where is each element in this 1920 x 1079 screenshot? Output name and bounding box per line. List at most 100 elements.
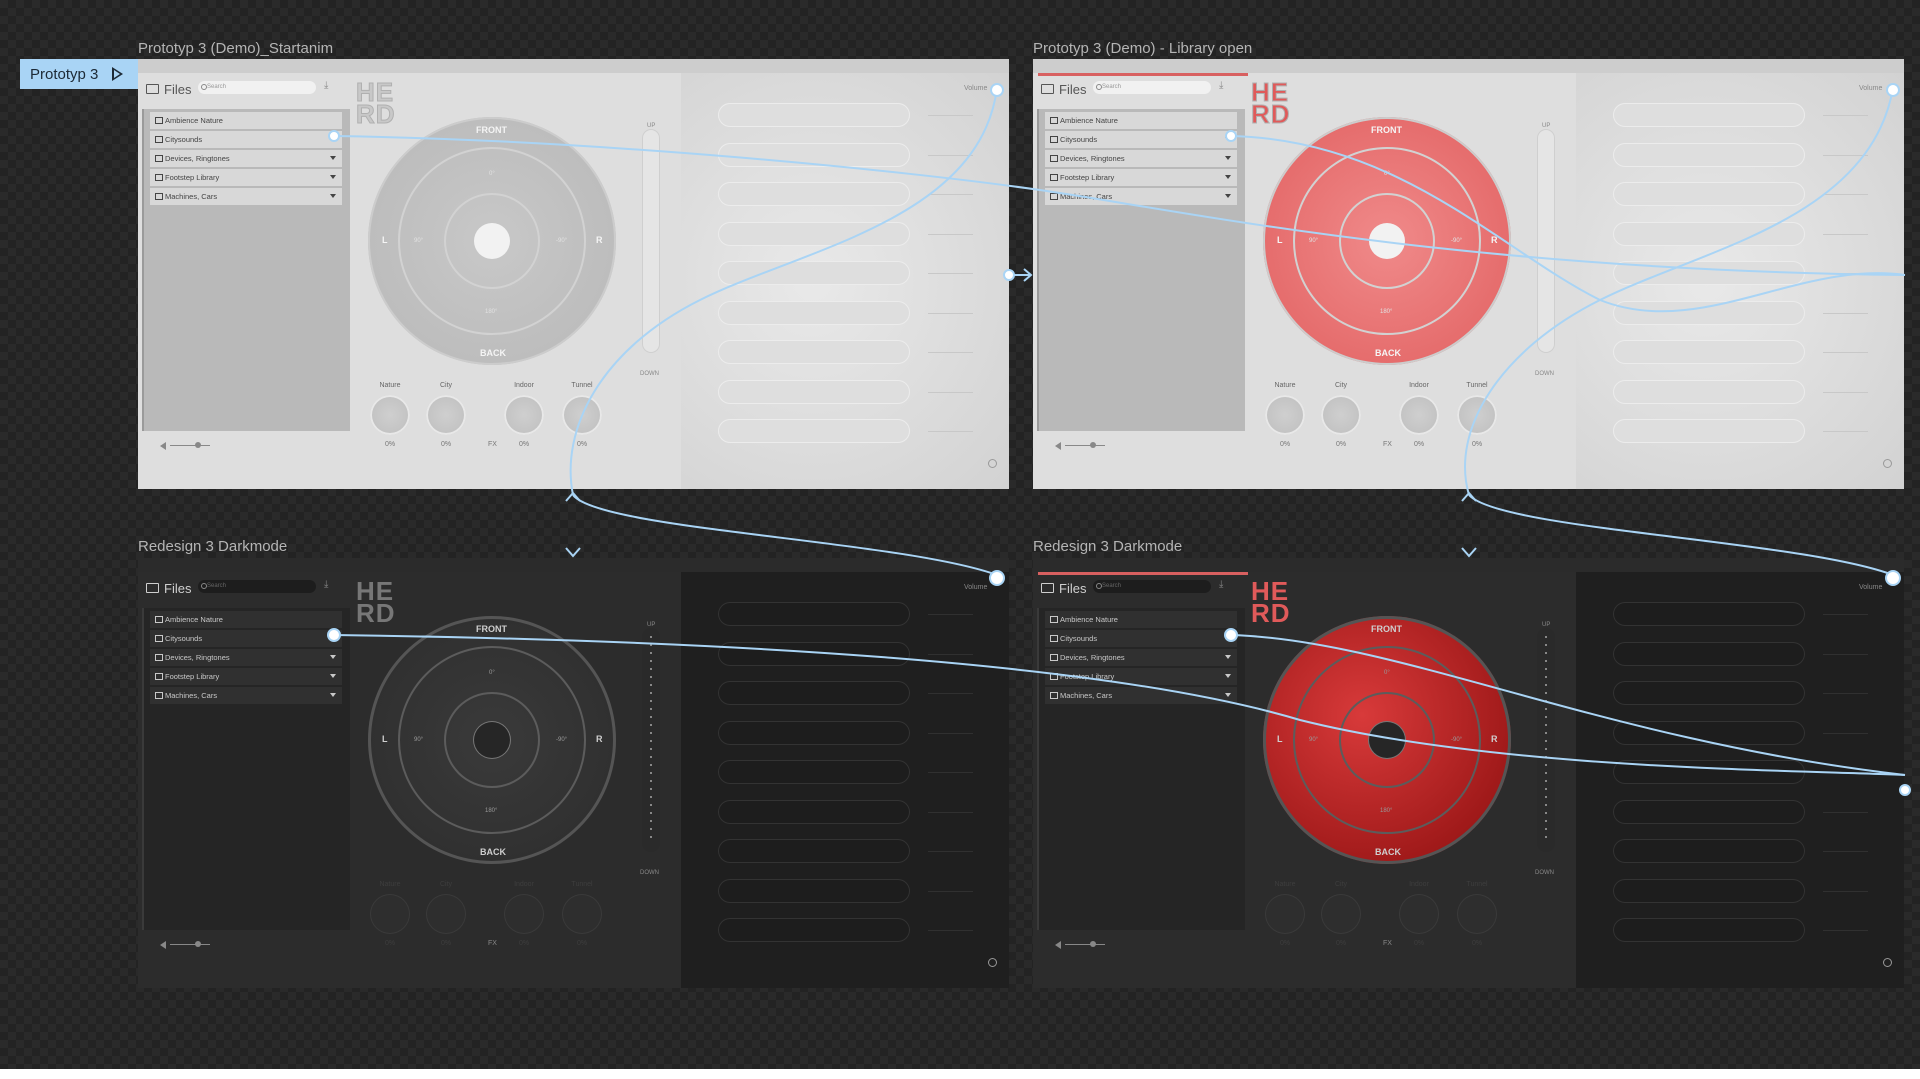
sample-slot[interactable] — [718, 103, 910, 127]
sample-slot[interactable] — [1613, 379, 1805, 404]
frame-redesign-darkmode[interactable]: Files Search ⤓ Ambience Nature Citysounds Dev… — [138, 558, 1009, 988]
fx-knob[interactable] — [1399, 395, 1439, 435]
fx-knob[interactable] — [426, 395, 466, 435]
height-fader[interactable] — [642, 628, 660, 852]
sample-slot[interactable] — [1613, 182, 1805, 206]
sample-slot[interactable] — [718, 261, 910, 285]
library-item[interactable]: Footstep Library — [150, 169, 342, 186]
search-input[interactable]: Search — [198, 580, 316, 593]
library-item[interactable]: Devices, Ringtones — [150, 649, 342, 666]
master-volume-slider[interactable] — [1055, 442, 1115, 450]
panner-handle[interactable] — [1369, 722, 1405, 758]
fx-knob[interactable] — [562, 894, 602, 934]
help-icon[interactable] — [1883, 958, 1892, 967]
sample-slot[interactable] — [718, 760, 910, 784]
sample-slot[interactable] — [1613, 839, 1805, 863]
library-item[interactable]: Ambience Nature — [1045, 611, 1237, 628]
sample-slot[interactable] — [1613, 602, 1805, 626]
spatial-panner[interactable]: FRONT BACK L R 0° 90° -90° 180° — [1263, 616, 1511, 864]
library-item[interactable]: Ambience Nature — [1045, 112, 1237, 129]
sample-slot[interactable] — [1613, 760, 1805, 784]
spatial-panner[interactable]: FRONT BACK L R 0° 90° -90° 180° — [1263, 117, 1511, 365]
fx-knob[interactable] — [1321, 395, 1361, 435]
search-input[interactable]: Search — [198, 81, 316, 94]
library-item[interactable]: Citysounds — [1045, 131, 1237, 148]
sample-slot[interactable] — [1613, 878, 1805, 903]
library-item[interactable]: Ambience Nature — [150, 112, 342, 129]
sample-slot[interactable] — [1613, 142, 1805, 167]
prototype-start-chip[interactable]: Prototyp 3 — [20, 59, 138, 89]
fx-knob[interactable] — [1457, 395, 1497, 435]
library-item[interactable]: Machines, Cars — [150, 687, 342, 704]
library-item[interactable]: Footstep Library — [150, 668, 342, 685]
sample-slot[interactable] — [718, 641, 910, 666]
fx-knob[interactable] — [1399, 894, 1439, 934]
library-item[interactable]: Citysounds — [1045, 630, 1237, 647]
fx-knob[interactable] — [370, 395, 410, 435]
sample-slot[interactable] — [718, 918, 910, 942]
chevron-down-icon[interactable] — [330, 137, 336, 141]
fx-knob[interactable] — [1265, 395, 1305, 435]
fx-knob[interactable] — [1321, 894, 1361, 934]
library-item[interactable]: Machines, Cars — [1045, 687, 1237, 704]
sample-slot[interactable] — [718, 720, 910, 745]
spatial-panner[interactable]: FRONT BACK L R 0° 90° -90° 180° — [368, 117, 616, 365]
library-item[interactable]: Devices, Ringtones — [1045, 649, 1237, 666]
chevron-down-icon[interactable] — [330, 693, 336, 697]
sample-slot[interactable] — [718, 681, 910, 705]
sample-slot[interactable] — [718, 799, 910, 824]
library-item[interactable]: Citysounds — [150, 630, 342, 647]
help-icon[interactable] — [988, 958, 997, 967]
sample-slot[interactable] — [1613, 300, 1805, 325]
sample-slot[interactable] — [718, 602, 910, 626]
frame-title[interactable]: Prototyp 3 (Demo)_Startanim — [138, 40, 333, 57]
sample-slot[interactable] — [718, 379, 910, 404]
fx-knob[interactable] — [1457, 894, 1497, 934]
sample-slot[interactable] — [1613, 681, 1805, 705]
fx-knob[interactable] — [562, 395, 602, 435]
library-item[interactable]: Machines, Cars — [1045, 188, 1237, 205]
volume-handle[interactable] — [195, 941, 201, 947]
sample-slot[interactable] — [718, 419, 910, 443]
frame-prototyp-library-open[interactable]: Files Search ⤓ Ambience Nature Citysounds Dev… — [1033, 59, 1904, 489]
sample-slot[interactable] — [1613, 340, 1805, 364]
chevron-down-icon[interactable] — [1225, 137, 1231, 141]
sample-slot[interactable] — [718, 340, 910, 364]
fx-knob[interactable] — [426, 894, 466, 934]
frame-prototyp-startanim[interactable]: Files Search ⤓ Ambience Nature Citysounds Dev… — [138, 59, 1009, 489]
sample-slot[interactable] — [1613, 641, 1805, 666]
volume-handle[interactable] — [195, 442, 201, 448]
chevron-down-icon[interactable] — [1225, 156, 1231, 160]
chevron-down-icon[interactable] — [330, 175, 336, 179]
chevron-down-icon[interactable] — [330, 674, 336, 678]
download-icon[interactable]: ⤓ — [1219, 580, 1229, 590]
volume-handle[interactable] — [1090, 442, 1096, 448]
sample-slot[interactable] — [1613, 221, 1805, 246]
search-input[interactable]: Search — [1093, 580, 1211, 593]
sample-slot[interactable] — [1613, 103, 1805, 127]
sample-slot[interactable] — [1613, 419, 1805, 443]
download-icon[interactable]: ⤓ — [324, 580, 334, 590]
library-item[interactable]: Devices, Ringtones — [150, 150, 342, 167]
sample-slot[interactable] — [718, 142, 910, 167]
chevron-down-icon[interactable] — [330, 636, 336, 640]
library-item[interactable]: Footstep Library — [1045, 668, 1237, 685]
sample-slot[interactable] — [718, 182, 910, 206]
sample-slot[interactable] — [1613, 918, 1805, 942]
sample-slot[interactable] — [1613, 261, 1805, 285]
frame-title[interactable]: Prototyp 3 (Demo) - Library open — [1033, 40, 1252, 57]
fx-knob[interactable] — [1265, 894, 1305, 934]
help-icon[interactable] — [1883, 459, 1892, 468]
library-item[interactable]: Machines, Cars — [150, 188, 342, 205]
frame-title[interactable]: Redesign 3 Darkmode — [1033, 538, 1182, 555]
chevron-down-icon[interactable] — [330, 156, 336, 160]
chevron-down-icon[interactable] — [1225, 693, 1231, 697]
download-icon[interactable]: ⤓ — [324, 81, 334, 91]
master-volume-slider[interactable] — [1055, 941, 1115, 949]
height-fader[interactable] — [1537, 129, 1555, 353]
height-fader[interactable] — [1537, 628, 1555, 852]
download-icon[interactable]: ⤓ — [1219, 81, 1229, 91]
fx-knob[interactable] — [504, 395, 544, 435]
chevron-down-icon[interactable] — [330, 655, 336, 659]
sample-slot[interactable] — [718, 300, 910, 325]
